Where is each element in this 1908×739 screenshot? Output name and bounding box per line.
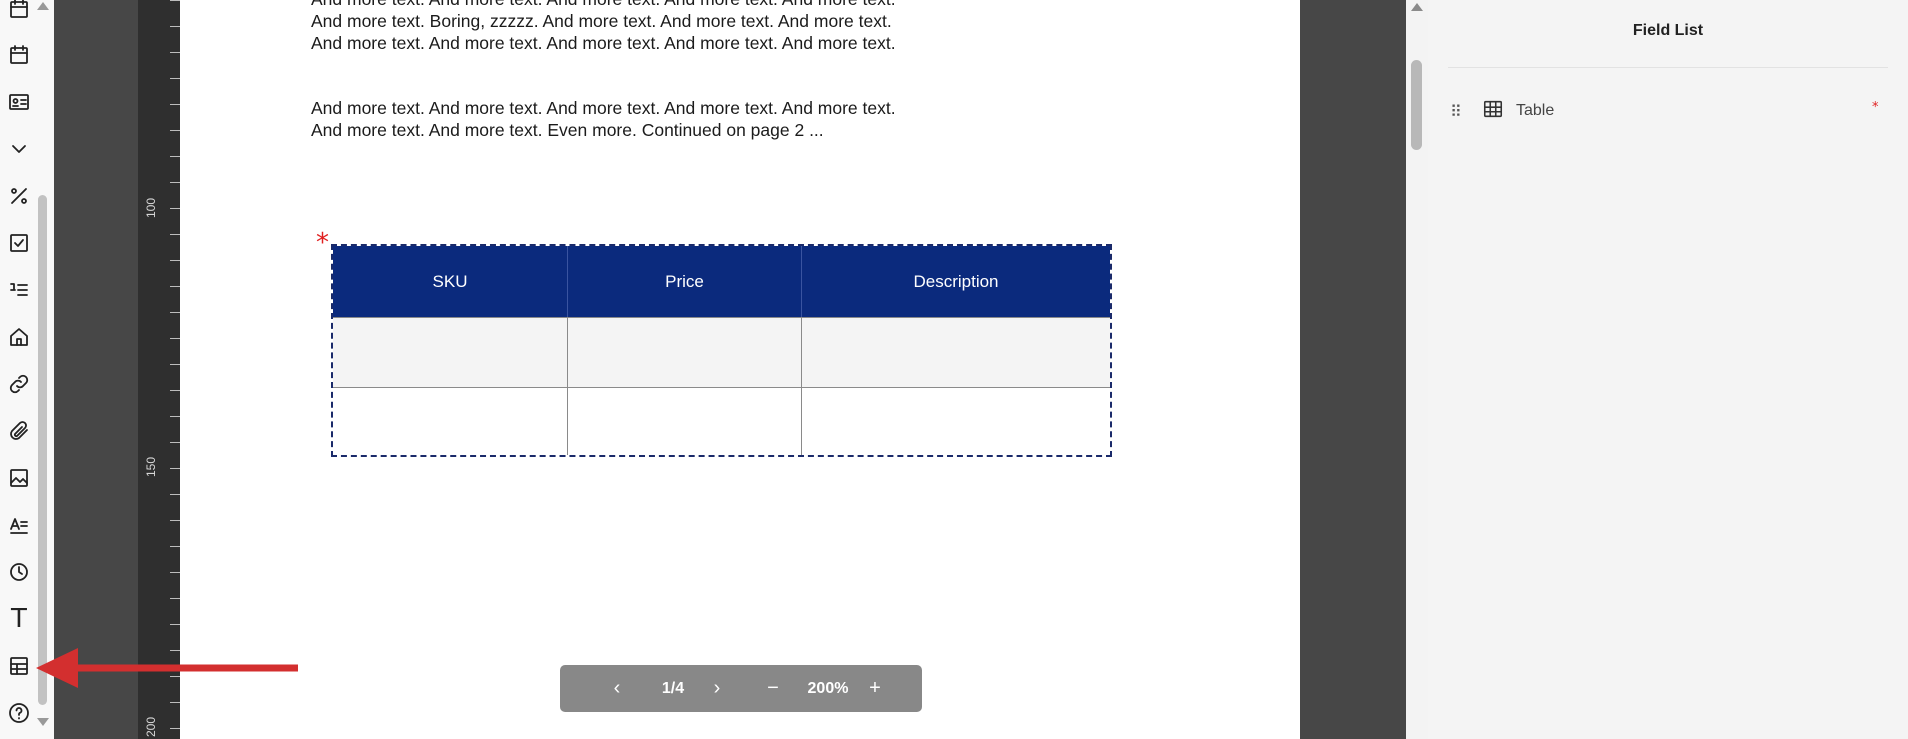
ruler-tick [170, 520, 180, 521]
ruler-tick [170, 338, 180, 339]
text-glyph: T [11, 604, 27, 634]
ruler-tick [170, 702, 180, 703]
column-header-sku[interactable]: SKU [333, 246, 568, 317]
ruler-tick [170, 416, 180, 417]
left-gutter [54, 0, 138, 739]
ruler-tick [170, 598, 180, 599]
table-cell[interactable] [568, 318, 802, 387]
document-scrollbar[interactable] [1406, 0, 1428, 739]
field-list-title: Field List [1632, 22, 1704, 39]
ruler-tick [170, 78, 180, 79]
toolbar-scroll-up-icon[interactable] [37, 2, 49, 10]
ruler-tick [170, 494, 180, 495]
right-gutter [1300, 0, 1406, 739]
field-toolbar: T [0, 0, 54, 739]
toolbar-scroll-thumb[interactable] [38, 195, 47, 705]
ruler-tick [170, 312, 180, 313]
table-icon [1482, 98, 1504, 125]
column-header-price[interactable]: Price [568, 246, 802, 317]
field-list-item[interactable]: ⠿ Table [1450, 96, 1880, 126]
table-header-row: SKU Price Description [333, 246, 1110, 317]
ruler-label: 150 [144, 456, 158, 477]
drag-handle-icon[interactable]: ⠿ [1450, 102, 1464, 121]
table-cell[interactable] [568, 388, 802, 455]
ruler-tick [170, 130, 180, 131]
ruler-tick [170, 52, 180, 53]
annotation-arrow-icon [36, 648, 298, 688]
chevron-down-icon[interactable] [4, 134, 34, 164]
text-lines-icon[interactable] [4, 510, 34, 540]
clock-icon[interactable] [4, 557, 34, 587]
ruler-tick [170, 182, 180, 183]
table-cell[interactable] [802, 318, 1110, 387]
ruler-tick [170, 728, 180, 729]
calendar-icon[interactable] [4, 40, 34, 70]
next-page-icon[interactable]: › [702, 665, 732, 712]
number-list-icon[interactable] [4, 275, 34, 305]
text-icon[interactable]: T [4, 604, 34, 634]
ruler-tick [170, 0, 180, 1]
field-list-item-label: Table [1516, 102, 1555, 119]
document-page[interactable]: And more text. And more text. And more t… [180, 0, 1300, 739]
ruler-tick [170, 572, 180, 573]
ruler-tick [170, 26, 180, 27]
column-header-description[interactable]: Description [802, 246, 1110, 317]
ruler-tick [170, 208, 180, 209]
table-required-marker: * [316, 228, 329, 258]
ruler-tick [170, 364, 180, 365]
scroll-up-icon[interactable] [1411, 3, 1423, 11]
field-required-marker: * [1872, 100, 1879, 115]
page-indicator: 1/4 [661, 679, 685, 697]
ruler-tick [170, 286, 180, 287]
zoom-level: 200% [807, 679, 849, 697]
field-list-panel: Field List ⠿ Table * [1428, 0, 1908, 739]
ruler-tick [170, 156, 180, 157]
ruler-tick [170, 468, 180, 469]
percent-icon[interactable] [4, 181, 34, 211]
paragraph-1: And more text. And more text. And more t… [311, 0, 896, 53]
ruler-tick [170, 234, 180, 235]
ruler-tick [170, 390, 180, 391]
image-icon[interactable] [4, 463, 34, 493]
ruler-tick [170, 104, 180, 105]
prev-page-icon[interactable]: ‹ [602, 665, 632, 712]
ruler-tick [170, 442, 180, 443]
document-scroll-thumb[interactable] [1411, 60, 1422, 150]
vertical-ruler: 100 150 200 [138, 0, 180, 739]
ruler-tick [170, 546, 180, 547]
table-row [333, 317, 1110, 387]
table-cell[interactable] [333, 388, 568, 455]
id-card-icon[interactable] [4, 87, 34, 117]
toolbar-scroll-down-icon[interactable] [37, 718, 49, 726]
divider [1448, 67, 1888, 68]
table-field[interactable]: SKU Price Description [331, 244, 1112, 457]
pager-bar: ‹ 1/4 › − 200% + [560, 665, 922, 712]
ruler-label: 200 [144, 716, 158, 737]
ruler-tick [170, 624, 180, 625]
table-cell[interactable] [333, 318, 568, 387]
table-row [333, 387, 1110, 455]
zoom-out-icon[interactable]: − [758, 665, 788, 712]
calendar-top-icon[interactable] [4, 0, 34, 24]
help-icon[interactable] [4, 698, 34, 728]
app-window: T 100 150 200 And more text. And more te… [0, 0, 1908, 739]
zoom-in-icon[interactable]: + [860, 665, 890, 712]
paragraph-2: And more text. And more text. And more t… [311, 98, 896, 140]
paperclip-icon[interactable] [4, 416, 34, 446]
ruler-tick [170, 260, 180, 261]
ruler-label: 100 [144, 197, 158, 218]
table-cell[interactable] [802, 388, 1110, 455]
checkbox-icon[interactable] [4, 228, 34, 258]
home-icon[interactable] [4, 322, 34, 352]
link-icon[interactable] [4, 369, 34, 399]
